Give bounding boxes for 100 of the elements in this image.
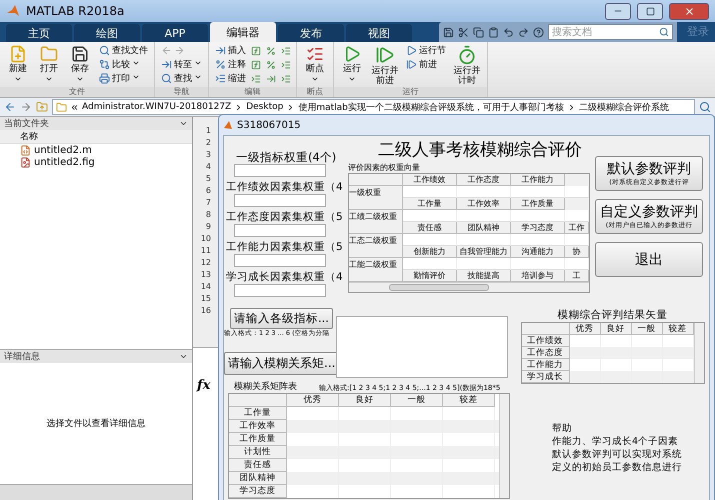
input-field[interactable] — [234, 254, 326, 267]
search-icon — [161, 73, 172, 84]
ribbon-button[interactable]: 前进 — [404, 58, 448, 71]
group-label: 断点 — [297, 87, 333, 97]
row-header: 工作质量 — [229, 433, 287, 446]
input-field[interactable] — [234, 194, 326, 207]
table-cell[interactable] — [457, 186, 511, 198]
table-cell[interactable] — [403, 186, 457, 198]
file-item[interactable]: untitled2.m — [0, 144, 192, 156]
scrollbar[interactable] — [499, 394, 509, 498]
step-icon — [406, 59, 417, 70]
ribbon-button[interactable]: 新建 — [4, 44, 32, 87]
ribbon-tab[interactable]: 绘图 — [74, 24, 140, 42]
ribbon-button[interactable]: 打印 — [97, 72, 150, 85]
input-field[interactable] — [234, 164, 326, 177]
ribbon-tab[interactable]: 主页 — [6, 24, 72, 42]
table-title: 模糊综合评判结果矢量 — [558, 308, 668, 322]
field-label: 工作态度因素集权重（5 — [226, 210, 340, 224]
ribbon-button[interactable]: 查找 — [159, 72, 204, 85]
table-cell[interactable] — [511, 210, 565, 222]
cut-icon — [458, 26, 469, 38]
path-segment[interactable]: 使用matlab实现一个二级模糊综合评级系统，可用于人事部门考核 — [298, 100, 564, 114]
window-title: MATLAB R2018a — [26, 4, 126, 18]
path-segment[interactable]: Desktop — [246, 102, 284, 112]
table-cell[interactable] — [403, 258, 457, 270]
line-number: 1 — [206, 125, 211, 137]
row-header: 工态二级权重 — [349, 234, 403, 246]
table-cell[interactable] — [565, 210, 589, 222]
table-corner-cell — [349, 222, 403, 234]
ribbon-button[interactable]: 保存 — [66, 44, 94, 87]
matlab-logo-icon — [6, 4, 20, 18]
file-item[interactable]: untitled2.fig — [0, 156, 192, 168]
group-label: 编辑 — [209, 87, 296, 97]
action-button[interactable]: 退出 — [595, 242, 703, 277]
column-header: 协 — [565, 246, 589, 258]
table-corner-cell — [349, 246, 403, 258]
table-cell[interactable] — [511, 258, 565, 270]
ribbon-button[interactable]: 运行节 — [404, 44, 448, 57]
panel-title: 当前文件夹 — [4, 118, 49, 130]
ribbon-tab[interactable]: 发布 — [278, 24, 344, 42]
table-corner-cell — [349, 198, 403, 210]
input-field[interactable] — [234, 224, 326, 237]
table-cell[interactable] — [511, 186, 565, 198]
ribbon-tab[interactable]: 视图 — [346, 24, 412, 42]
line-number: 16 — [200, 305, 211, 317]
table-cell[interactable] — [457, 234, 511, 246]
ribbon-button[interactable]: 缩进 — [213, 72, 248, 85]
row-header: 学习成长 — [522, 371, 570, 383]
column-header: 工作量 — [403, 198, 457, 210]
table-cell[interactable] — [403, 210, 457, 222]
close-button[interactable] — [669, 2, 709, 20]
minimize-button[interactable] — [605, 2, 631, 20]
ribbon-button[interactable]: 转至 — [159, 58, 204, 71]
folder-icon — [39, 45, 59, 63]
table-cell[interactable] — [457, 258, 511, 270]
column-header: 团队精神 — [457, 222, 511, 234]
column-header: 良好 — [339, 394, 391, 407]
command-prompt: fx — [197, 378, 210, 393]
maximize-button[interactable] — [637, 2, 663, 20]
input-weights-button[interactable]: 请输入各级指标... — [230, 308, 333, 329]
figure-icon — [223, 120, 233, 130]
ribbon-button[interactable]: 运行并计时 — [451, 44, 483, 87]
ribbon-button[interactable]: 插入 — [213, 44, 248, 57]
row-header: 工绩二级权重 — [349, 210, 403, 222]
column-header: 责任感 — [403, 222, 457, 234]
table-cell[interactable] — [565, 258, 589, 270]
help-icon — [533, 26, 544, 38]
table-cell[interactable] — [457, 210, 511, 222]
matrix-input-field[interactable] — [336, 316, 508, 378]
ribbon-button[interactable]: 断点 — [301, 44, 329, 87]
ribbon-button[interactable]: 运行并前进 — [369, 44, 401, 87]
table-cell[interactable] — [403, 234, 457, 246]
ribbon-tab[interactable]: APP — [142, 24, 208, 42]
ribbon-button[interactable]: 打开 — [35, 44, 63, 87]
breakpoints-icon — [305, 45, 325, 63]
path-segment[interactable]: 二级模糊综合评价系统 — [578, 100, 669, 114]
table-cell[interactable] — [565, 234, 589, 246]
timer-icon — [457, 45, 477, 65]
column-header[interactable]: 名称 — [20, 130, 38, 143]
scrollbar[interactable] — [349, 282, 589, 292]
editor-tool-icon — [251, 46, 261, 56]
table-cell[interactable] — [511, 234, 565, 246]
address-bar[interactable]: Administrator.WIN7U-20180127Z Desktop 使用matlab实现一个二级模糊综合评级系统，可用于人事部门考核 二级模糊综合评价系统 — [52, 99, 695, 115]
column-header: 工作绩效 — [403, 174, 457, 186]
search-icon — [99, 45, 110, 56]
ribbon-button[interactable]: 运行 — [338, 44, 366, 87]
field-label: 一级指标权重(4个) — [235, 150, 338, 164]
input-field[interactable] — [234, 284, 326, 297]
path-segment[interactable]: Administrator.WIN7U-20180127Z — [82, 102, 232, 112]
table-cell[interactable] — [565, 186, 589, 198]
column-header: 一般 — [632, 323, 662, 335]
ribbon-button[interactable]: 比较 — [97, 58, 150, 71]
overflow-chevron-icon[interactable] — [70, 102, 79, 112]
ribbon-button[interactable]: 注释 — [213, 58, 248, 71]
scrollbar[interactable] — [694, 323, 704, 383]
ribbon-button[interactable]: 查找文件 — [97, 44, 150, 57]
collapse-icon[interactable] — [179, 352, 188, 361]
ribbon-tab[interactable]: 编辑器 — [210, 22, 276, 42]
panel-title: 详细信息 — [4, 350, 40, 363]
panel-menu-icon[interactable] — [179, 119, 188, 128]
